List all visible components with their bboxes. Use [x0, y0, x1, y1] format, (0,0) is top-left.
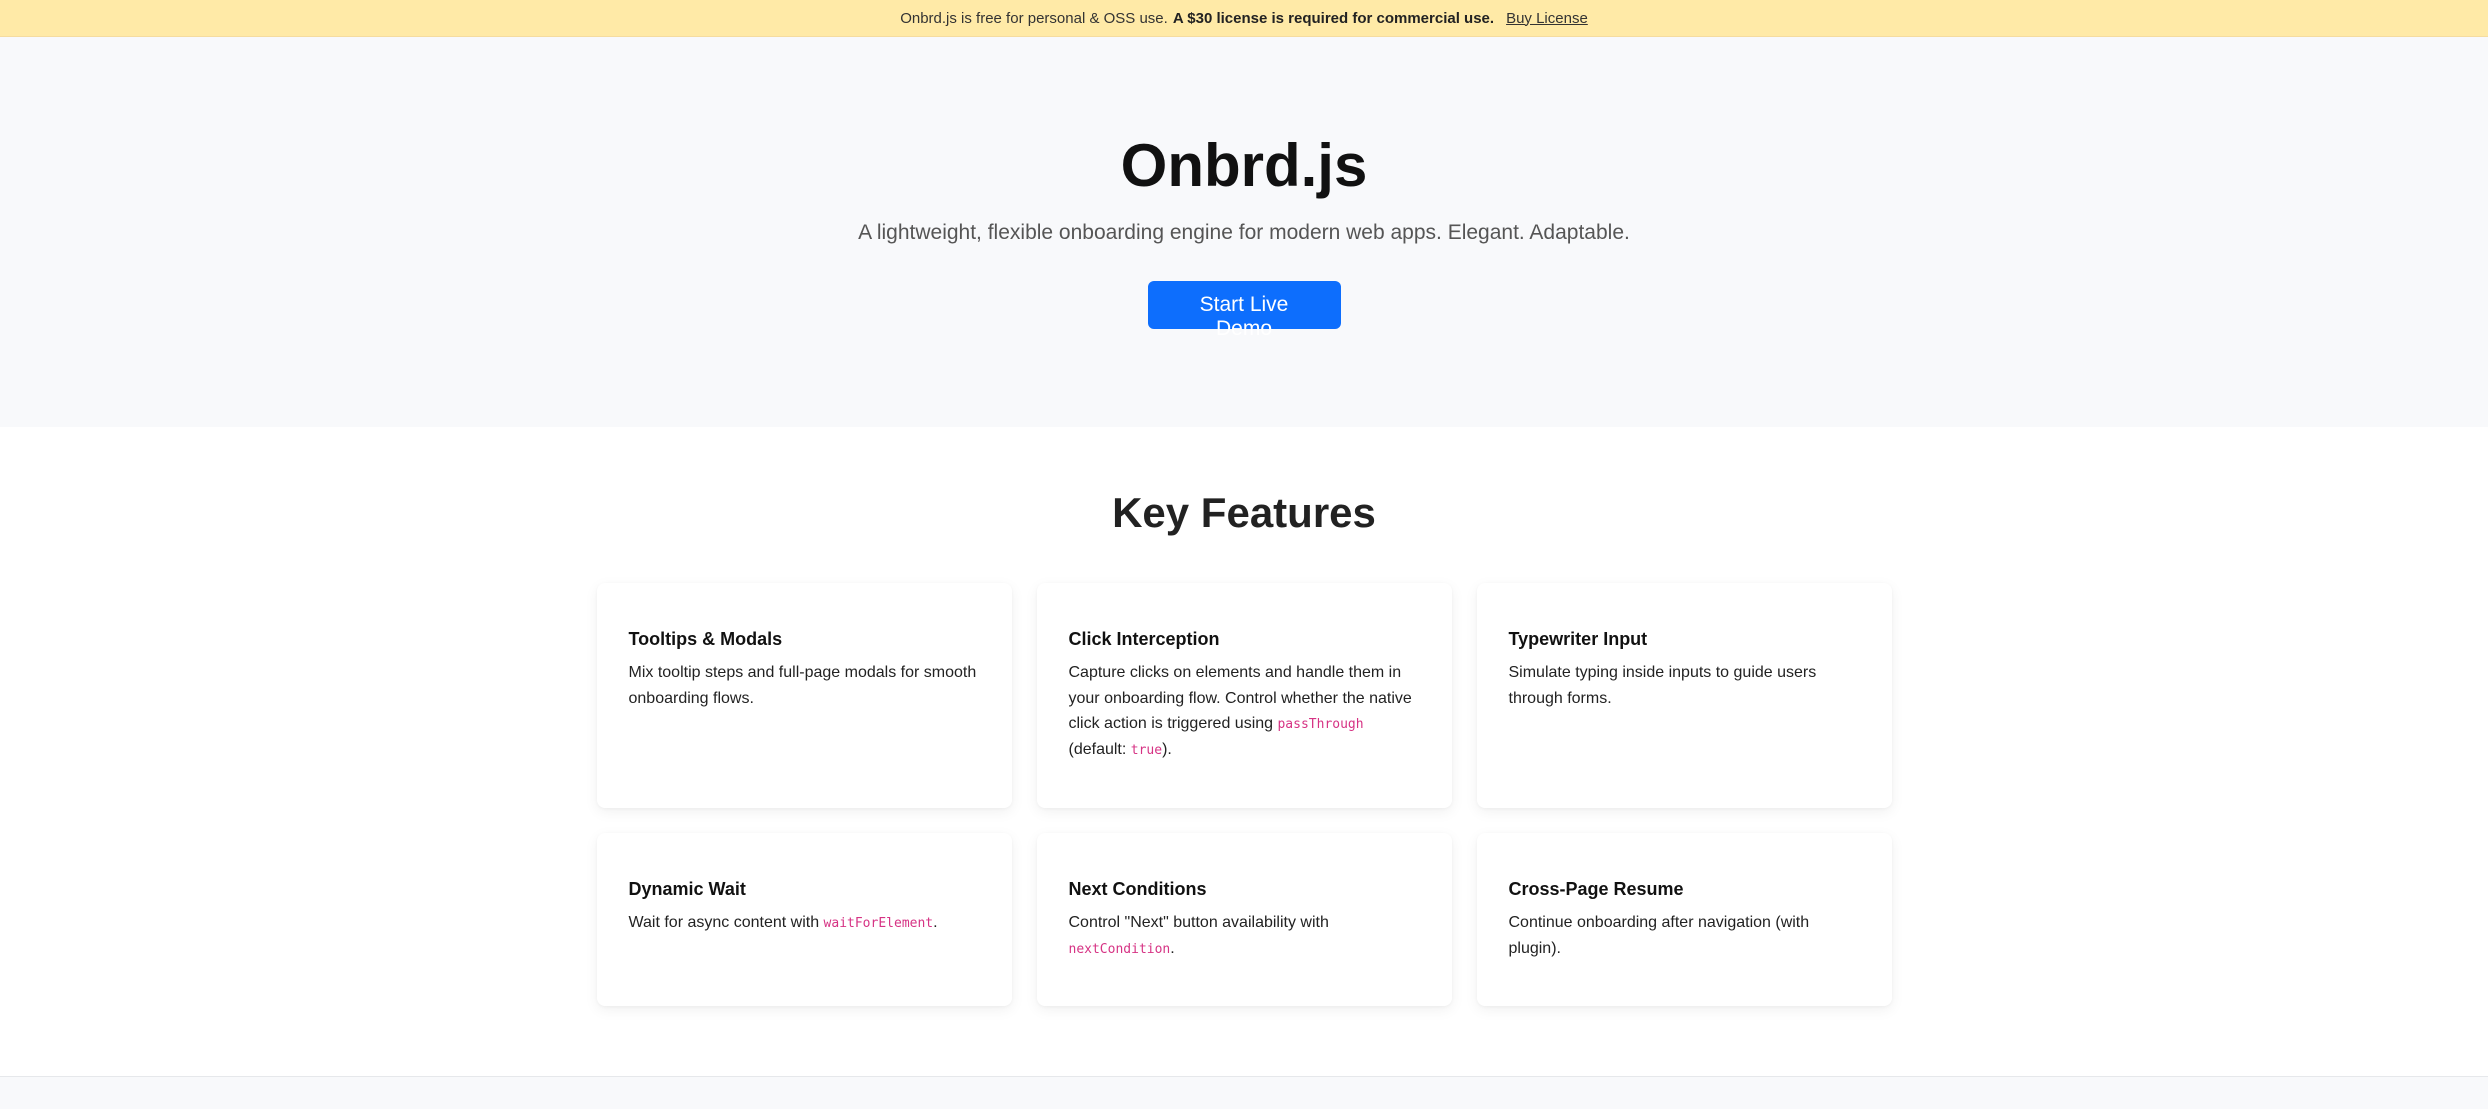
code-snippet: true — [1130, 742, 1163, 758]
feature-card: Next Conditions Control "Next" button ava… — [1036, 833, 1452, 1006]
description-text: ). — [1162, 740, 1172, 758]
hero-section: Onbrd.js A lightweight, flexible onboard… — [0, 37, 2488, 427]
feature-title: Click Interception — [1068, 629, 1220, 649]
description-text: Simulate typing inside inputs to guide u… — [1508, 664, 1817, 707]
feature-card: Tooltips & Modals Mix tooltip steps and f… — [596, 583, 1012, 808]
description-text: . — [933, 914, 938, 931]
features-grid: Tooltips & Modals Mix tooltip steps and f… — [596, 583, 1892, 1006]
feature-title: Cross-Page Resume — [1508, 879, 1684, 899]
feature-card: Dynamic Wait Wait for async content with … — [596, 833, 1012, 1006]
description-text: Wait for async content with — [628, 914, 824, 931]
description-text: (default: — [1068, 740, 1131, 758]
feature-description: Control "Next" button availability with … — [1069, 910, 1420, 961]
features-heading: Key Features — [1112, 489, 1376, 536]
license-banner: Onbrd.js is free for personal & OSS use.… — [0, 0, 2488, 37]
description-text: Mix tooltip steps and full-page modals f… — [628, 664, 977, 707]
feature-description: Mix tooltip steps and full-page modals f… — [629, 660, 980, 711]
feature-title: Dynamic Wait — [628, 879, 746, 899]
description-text: . — [1170, 939, 1175, 957]
feature-title: Next Conditions — [1068, 879, 1207, 899]
features-section: Key Features Tooltips & Modals Mix toolti… — [0, 427, 2488, 1006]
feature-description: Continue onboarding after navigation (wi… — [1509, 910, 1860, 961]
feature-description: Wait for async content with waitForEleme… — [629, 910, 980, 936]
feature-card: Typewriter Input Simulate typing inside i… — [1476, 583, 1892, 808]
feature-description: Capture clicks on elements and handle th… — [1069, 660, 1420, 762]
buy-license-link[interactable]: Buy License — [1506, 10, 1588, 27]
hero-title: Onbrd.js — [1120, 132, 1368, 199]
feature-description: Simulate typing inside inputs to guide u… — [1509, 660, 1860, 711]
hero-subtitle: A lightweight, flexible onboarding engin… — [858, 221, 1630, 244]
feature-title: Typewriter Input — [1508, 629, 1648, 649]
code-snippet: nextCondition — [1068, 941, 1171, 957]
banner-bold-text: A $30 license is required for commercial… — [1172, 9, 1495, 27]
feature-title: Tooltips & Modals — [628, 629, 783, 649]
feature-card: Click Interception Capture clicks on elem… — [1036, 583, 1452, 808]
code-snippet: waitForElement — [823, 916, 934, 931]
description-text: Continue onboarding after navigation (wi… — [1508, 914, 1810, 957]
footer — [0, 1076, 2488, 1109]
code-snippet: passThrough — [1277, 717, 1364, 733]
description-text: Control "Next" button availability with — [1068, 914, 1329, 931]
banner-text: Onbrd.js is free for personal & OSS use. — [900, 9, 1168, 27]
start-live-demo-button[interactable]: Start Live Demo — [1147, 281, 1341, 340]
feature-card: Cross-Page Resume Continue onboarding aft… — [1476, 833, 1892, 1006]
